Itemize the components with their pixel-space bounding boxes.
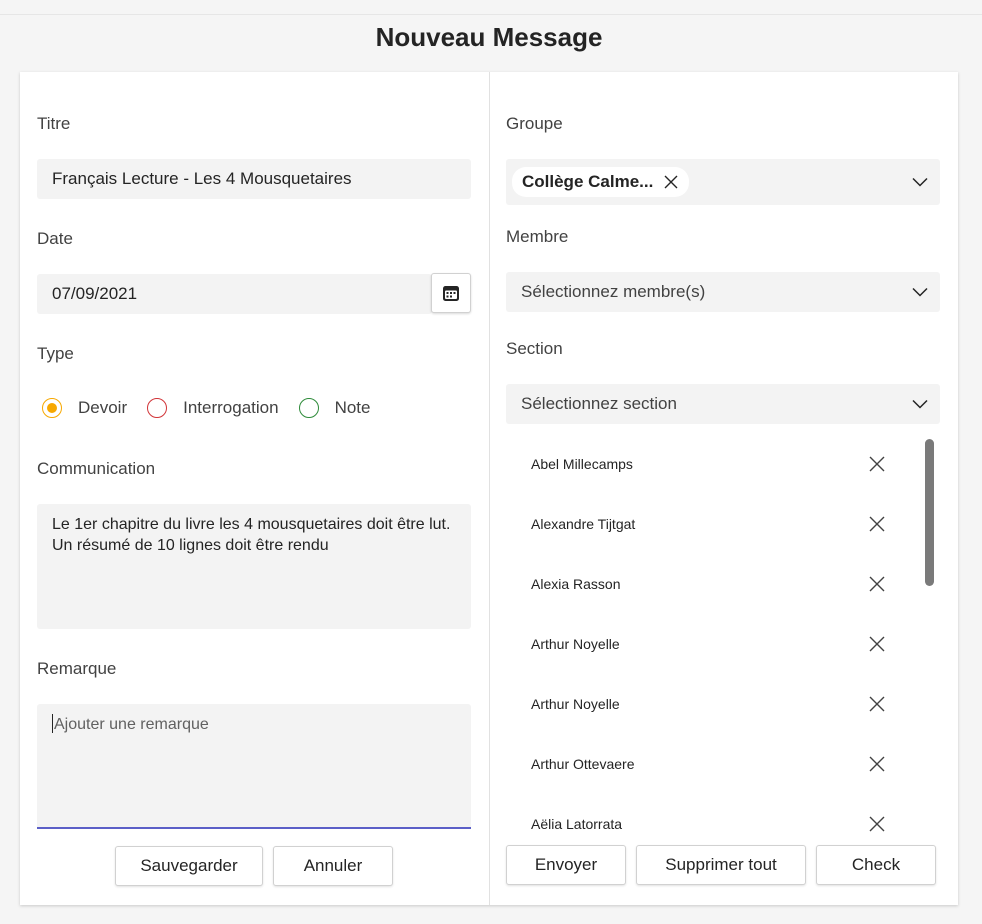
close-icon bbox=[664, 175, 678, 189]
type-radio-label: Note bbox=[334, 398, 371, 417]
titre-label: Titre bbox=[37, 114, 71, 133]
date-input[interactable]: 07/09/2021 bbox=[37, 274, 432, 314]
calendar-icon bbox=[443, 286, 459, 301]
close-icon bbox=[869, 816, 885, 832]
membre-placeholder: Sélectionnez membre(s) bbox=[521, 282, 706, 301]
type-radio-note[interactable]: Note bbox=[298, 398, 371, 418]
list-item: Alexia Rasson bbox=[506, 552, 906, 612]
close-icon bbox=[869, 636, 885, 652]
send-button[interactable]: Envoyer bbox=[506, 845, 626, 885]
radio-circle bbox=[147, 398, 168, 418]
member-name: Arthur Noyelle bbox=[531, 696, 620, 712]
remove-member-button[interactable] bbox=[868, 755, 886, 778]
type-radio-label: Devoir bbox=[78, 398, 128, 417]
remove-member-button[interactable] bbox=[868, 575, 886, 598]
type-radio-devoir[interactable]: Devoir bbox=[42, 398, 127, 418]
member-list-scrollbar[interactable] bbox=[925, 439, 934, 586]
date-label: Date bbox=[37, 229, 73, 248]
save-button[interactable]: Sauvegarder bbox=[115, 846, 263, 886]
member-name: Aëlia Latorrata bbox=[531, 816, 623, 832]
communication-value: Le 1er chapitre du livre les 4 mousqueta… bbox=[52, 516, 451, 554]
radio-circle bbox=[42, 398, 62, 418]
member-name: Abel Millecamps bbox=[531, 456, 633, 472]
chip-remove-button[interactable] bbox=[663, 174, 679, 190]
radio-selected-dot bbox=[47, 403, 57, 413]
message-form-card: Titre Français Lecture - Les 4 Mousqueta… bbox=[20, 72, 958, 905]
list-item: Aëlia Latorrata bbox=[506, 792, 906, 837]
remove-member-button[interactable] bbox=[868, 515, 886, 538]
groupe-chip: Collège Calme... bbox=[512, 167, 690, 197]
close-icon bbox=[869, 756, 885, 772]
remove-member-button[interactable] bbox=[868, 695, 886, 718]
column-divider bbox=[489, 72, 490, 905]
chevron-down-icon bbox=[912, 287, 928, 297]
member-name: Alexandre Tijtgat bbox=[531, 516, 636, 532]
member-name: Arthur Noyelle bbox=[531, 636, 620, 652]
membre-dropdown[interactable]: Sélectionnez membre(s) bbox=[506, 272, 940, 312]
remarque-placeholder: Ajouter une remarque bbox=[54, 716, 209, 733]
member-name: Alexia Rasson bbox=[531, 576, 621, 592]
groupe-dropdown[interactable]: Collège Calme... bbox=[506, 159, 940, 205]
remove-member-button[interactable] bbox=[868, 455, 886, 478]
communication-textarea[interactable]: Le 1er chapitre du livre les 4 mousqueta… bbox=[37, 504, 471, 629]
list-item: Arthur Ottevaere bbox=[506, 732, 906, 792]
titre-input[interactable]: Français Lecture - Les 4 Mousquetaires bbox=[37, 159, 471, 199]
list-item: Arthur Noyelle bbox=[506, 672, 906, 732]
close-icon bbox=[869, 456, 885, 472]
list-item: Alexandre Tijtgat bbox=[506, 492, 906, 552]
communication-label: Communication bbox=[37, 459, 156, 478]
date-input-value: 07/09/2021 bbox=[52, 284, 138, 303]
remarque-textarea[interactable]: Ajouter une remarque bbox=[37, 704, 471, 829]
close-icon bbox=[869, 516, 885, 532]
groupe-chip-label: Collège Calme... bbox=[522, 172, 654, 191]
page-title: Nouveau Message bbox=[375, 22, 603, 52]
list-item: Arthur Noyelle bbox=[506, 612, 906, 672]
type-radio-label: Interrogation bbox=[183, 398, 279, 417]
calendar-button[interactable] bbox=[431, 273, 471, 313]
list-item: Abel Millecamps bbox=[506, 432, 906, 492]
member-list: Abel Millecamps Alexandre Tijtgat Alexia… bbox=[506, 432, 940, 837]
cancel-button[interactable]: Annuler bbox=[273, 846, 393, 886]
titre-input-value: Français Lecture - Les 4 Mousquetaires bbox=[52, 169, 352, 188]
top-divider bbox=[0, 14, 982, 15]
type-radio-interrogation[interactable]: Interrogation bbox=[147, 398, 279, 418]
close-icon bbox=[869, 576, 885, 592]
text-caret bbox=[52, 714, 53, 733]
check-button[interactable]: Check bbox=[816, 845, 936, 885]
type-label: Type bbox=[37, 344, 74, 363]
section-label: Section bbox=[506, 339, 563, 358]
member-name: Arthur Ottevaere bbox=[531, 756, 635, 772]
membre-label: Membre bbox=[506, 227, 569, 246]
close-icon bbox=[869, 696, 885, 712]
delete-all-button[interactable]: Supprimer tout bbox=[636, 845, 806, 885]
remove-member-button[interactable] bbox=[868, 815, 886, 837]
chevron-down-icon bbox=[912, 177, 928, 187]
groupe-label: Groupe bbox=[506, 114, 563, 133]
section-placeholder: Sélectionnez section bbox=[521, 394, 677, 413]
radio-circle bbox=[298, 398, 319, 418]
remove-member-button[interactable] bbox=[868, 635, 886, 658]
chevron-down-icon bbox=[912, 399, 928, 409]
type-radio-group: Devoir Interrogation Note bbox=[42, 398, 391, 418]
section-dropdown[interactable]: Sélectionnez section bbox=[506, 384, 940, 424]
remarque-label: Remarque bbox=[37, 659, 117, 678]
